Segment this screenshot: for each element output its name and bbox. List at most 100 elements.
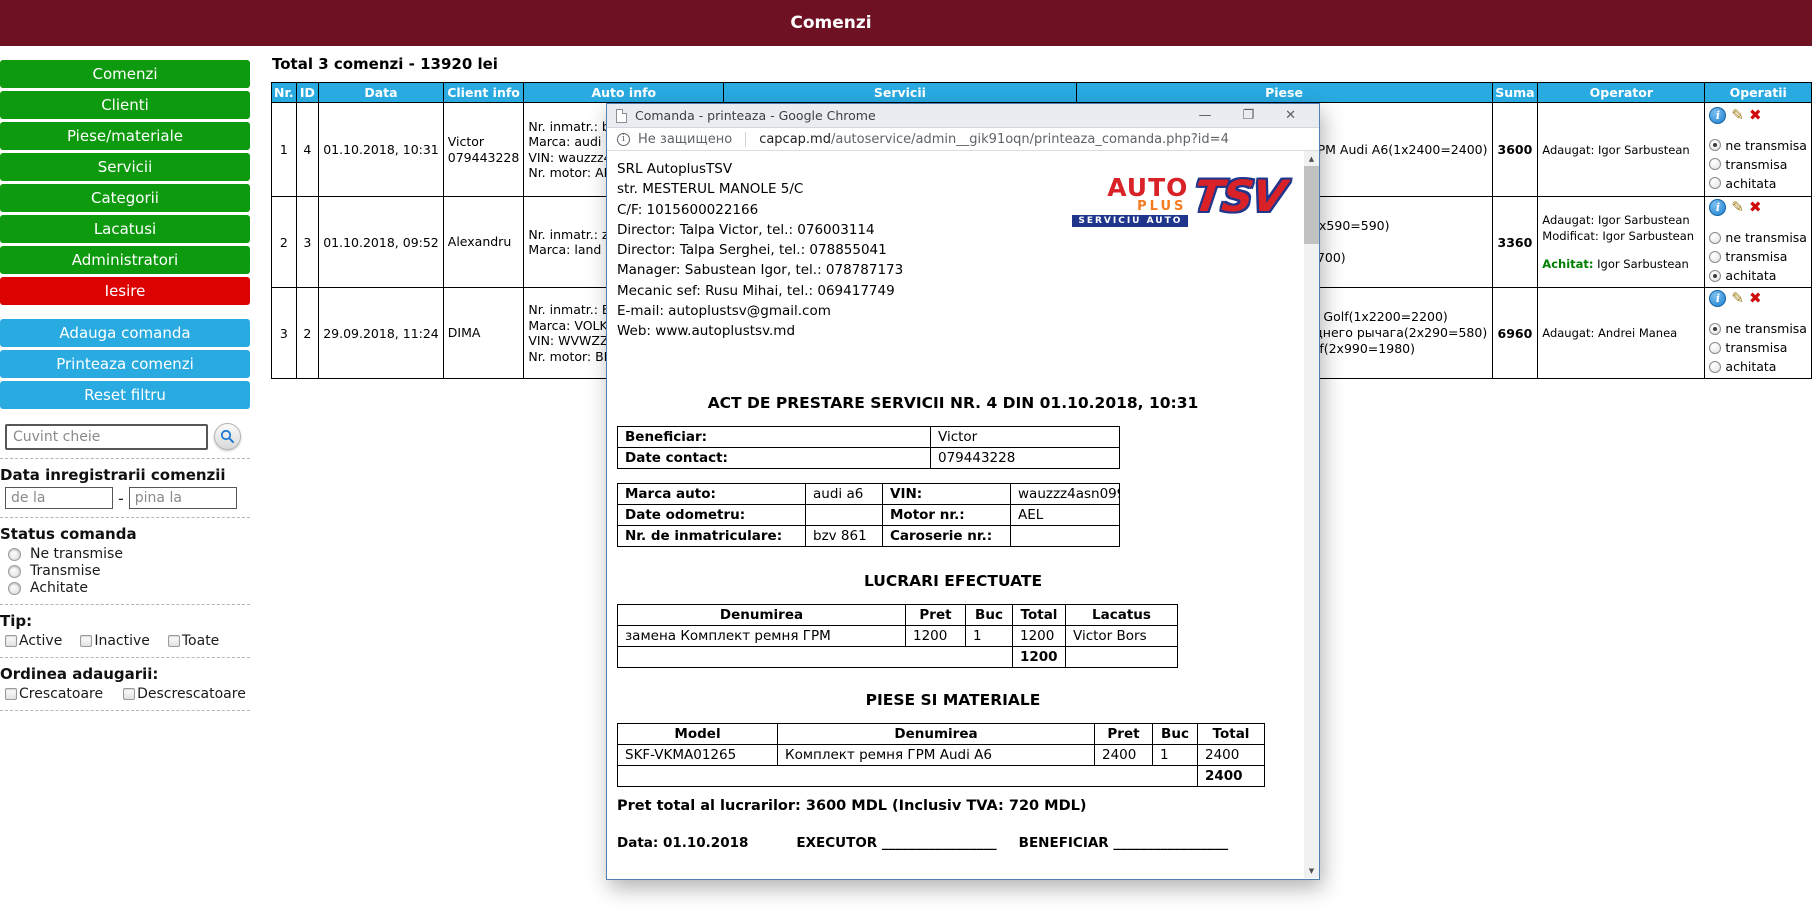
- status-option-achitate[interactable]: Achitate: [0, 580, 250, 596]
- search-button[interactable]: [214, 423, 241, 450]
- checkbox-icon[interactable]: [80, 635, 92, 647]
- status-radio-achitata[interactable]: achitata: [1709, 174, 1807, 193]
- delete-icon[interactable]: ✖: [1749, 199, 1762, 216]
- footer-beneficiar: BENEFICIAR _________________: [1019, 835, 1229, 851]
- sidebar-item-servicii[interactable]: Servicii: [0, 153, 250, 181]
- info-icon[interactable]: i: [1709, 107, 1726, 124]
- info-icon[interactable]: i: [1709, 290, 1726, 307]
- radio-icon[interactable]: [1709, 270, 1721, 282]
- page-info-icon[interactable]: i: [617, 133, 630, 146]
- edit-icon[interactable]: ✎: [1731, 107, 1744, 124]
- radio-icon[interactable]: [1709, 251, 1721, 263]
- radio-icon[interactable]: [8, 582, 21, 595]
- delete-icon[interactable]: ✖: [1749, 107, 1762, 124]
- edit-icon[interactable]: ✎: [1731, 290, 1744, 307]
- checkbox-icon[interactable]: [168, 635, 180, 647]
- achitat-label: Achitat:: [1542, 257, 1593, 271]
- status-radio-ne-transmisa[interactable]: ne transmisa: [1709, 319, 1807, 338]
- col-piese: Piese: [1076, 83, 1492, 103]
- sidebar-item-lacatusi[interactable]: Lacatusi: [0, 215, 250, 243]
- divider: [0, 517, 250, 518]
- scroll-down-icon[interactable]: ▼: [1304, 863, 1319, 878]
- operatii-cell: i ✎ ✖ ne transmisa transmisa achitata: [1705, 288, 1812, 379]
- radio-icon[interactable]: [1709, 232, 1721, 244]
- sidebar-item-administratori[interactable]: Administratori: [0, 246, 250, 274]
- beneficiar-table: Beneficiar:Victor Date contact:079443228: [617, 426, 1120, 469]
- document-area: SRL AutoplusTSVstr. MESTERUL MANOLE 5/C …: [607, 151, 1319, 878]
- close-button[interactable]: ✕: [1285, 105, 1296, 127]
- document-footer: Data: 01.10.2018 EXECUTOR ______________…: [617, 835, 1289, 851]
- security-label: Не защищено: [638, 132, 732, 147]
- top-bar: Comenzi: [0, 0, 1812, 46]
- search-input[interactable]: [5, 424, 208, 450]
- add-order-button[interactable]: Adauga comanda: [0, 319, 250, 347]
- document-icon: [616, 109, 627, 123]
- tip-option-inactive[interactable]: Inactive: [80, 633, 150, 649]
- status-radio-achitata[interactable]: achitata: [1709, 266, 1807, 285]
- status-radio-transmisa[interactable]: transmisa: [1709, 338, 1807, 357]
- col-data: Data: [319, 83, 444, 103]
- print-orders-button[interactable]: Printeaza comenzi: [0, 350, 250, 378]
- popup-title-bar[interactable]: Comanda - printeaza - Google Chrome — ❐ …: [607, 104, 1319, 128]
- status-radio-transmisa[interactable]: transmisa: [1709, 247, 1807, 266]
- divider: [0, 710, 250, 711]
- sidebar-item-piese-materiale[interactable]: Piese/materiale: [0, 122, 250, 150]
- radio-icon[interactable]: [1709, 361, 1721, 373]
- checkbox-icon[interactable]: [5, 688, 17, 700]
- delete-icon[interactable]: ✖: [1749, 290, 1762, 307]
- date-from-input[interactable]: [5, 487, 113, 509]
- piese-table: ModelDenumirea PretBuc Total SKF-VKMA012…: [617, 723, 1265, 787]
- status-radio-transmisa[interactable]: transmisa: [1709, 155, 1807, 174]
- date-to-input[interactable]: [129, 487, 237, 509]
- radio-icon[interactable]: [8, 565, 21, 578]
- maximize-button[interactable]: ❐: [1242, 105, 1254, 127]
- order-option-crescatoare[interactable]: Crescatoare: [5, 686, 103, 702]
- radio-icon[interactable]: [8, 548, 21, 561]
- divider: [0, 657, 250, 658]
- minimize-button[interactable]: —: [1198, 105, 1211, 127]
- scroll-up-icon[interactable]: ▲: [1304, 151, 1319, 166]
- piese-heading: PIESE SI MATERIALE: [617, 691, 1289, 709]
- table-header-row: Nr. ID Data Client info Auto info Servic…: [272, 83, 1812, 103]
- checkbox-icon[interactable]: [5, 635, 17, 647]
- address-bar[interactable]: i Не защищено capcap.md/autoservice/admi…: [607, 128, 1319, 151]
- radio-icon[interactable]: [1709, 323, 1721, 335]
- radio-icon[interactable]: [1709, 342, 1721, 354]
- divider: [745, 132, 746, 147]
- sidebar-item-categorii[interactable]: Categorii: [0, 184, 250, 212]
- status-radio-ne-transmisa[interactable]: ne transmisa: [1709, 136, 1807, 155]
- radio-icon[interactable]: [1709, 139, 1721, 151]
- logout-button[interactable]: Iesire: [0, 277, 250, 305]
- status-radio-ne-transmisa[interactable]: ne transmisa: [1709, 228, 1807, 247]
- col-auto: Auto info: [524, 83, 724, 103]
- checkbox-icon[interactable]: [123, 688, 135, 700]
- operatii-cell: i ✎ ✖ ne transmisa transmisa achitata: [1705, 103, 1812, 197]
- status-option-transmise[interactable]: Transmise: [0, 563, 250, 579]
- info-icon[interactable]: i: [1709, 199, 1726, 216]
- status-option-ne-transmise[interactable]: Ne transmise: [0, 546, 250, 562]
- col-operator: Operator: [1538, 83, 1705, 103]
- radio-icon[interactable]: [1709, 158, 1721, 170]
- scrollbar-thumb[interactable]: [1304, 166, 1319, 244]
- order-option-descrescatoare[interactable]: Descrescatoare: [123, 686, 246, 702]
- orders-summary: Total 3 comenzi - 13920 lei: [272, 55, 498, 73]
- footer-date: Data: 01.10.2018: [617, 835, 748, 851]
- edit-icon[interactable]: ✎: [1731, 199, 1744, 216]
- scrollbar[interactable]: ▲ ▼: [1304, 151, 1319, 878]
- col-client: Client info: [443, 83, 524, 103]
- reset-filter-button[interactable]: Reset filtru: [0, 381, 250, 409]
- col-servicii: Servicii: [724, 83, 1076, 103]
- col-suma: Suma: [1492, 83, 1538, 103]
- col-operatii: Operatii: [1705, 83, 1812, 103]
- footer-executor: EXECUTOR _________________: [796, 835, 996, 851]
- date-filter-label: Data inregistrarii comenzii: [0, 466, 250, 484]
- tip-option-toate[interactable]: Toate: [168, 633, 219, 649]
- radio-icon[interactable]: [1709, 177, 1721, 189]
- status-radio-achitata[interactable]: achitata: [1709, 357, 1807, 376]
- col-id: ID: [296, 83, 319, 103]
- sidebar-item-clienti[interactable]: Clienti: [0, 91, 250, 119]
- popup-title: Comanda - printeaza - Google Chrome: [635, 108, 876, 123]
- tip-option-active[interactable]: Active: [5, 633, 62, 649]
- sidebar: Comenzi Clienti Piese/materiale Servicii…: [0, 60, 250, 412]
- sidebar-item-comenzi[interactable]: Comenzi: [0, 60, 250, 88]
